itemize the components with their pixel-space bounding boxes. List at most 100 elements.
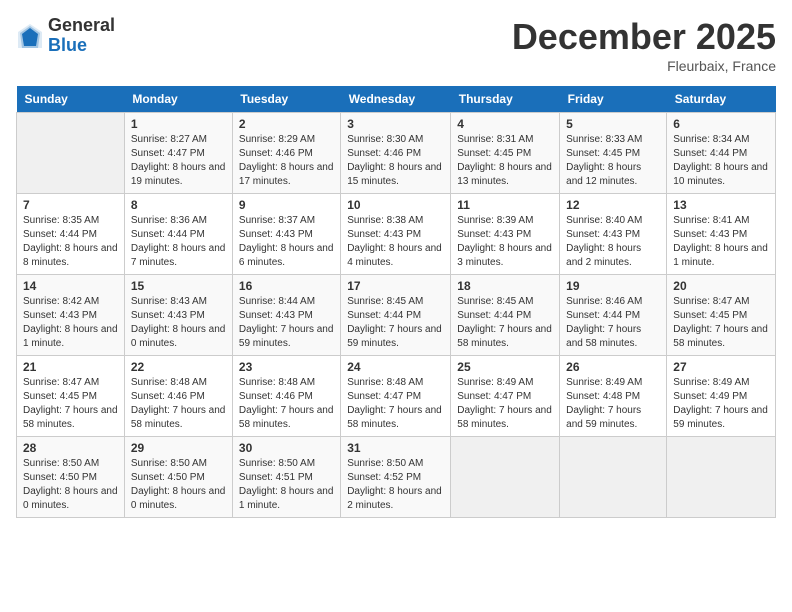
day-number: 27 bbox=[673, 360, 769, 374]
column-header-sunday: Sunday bbox=[17, 86, 125, 113]
day-number: 18 bbox=[457, 279, 553, 293]
day-info: Sunrise: 8:49 AMSunset: 4:49 PMDaylight:… bbox=[673, 376, 769, 432]
logo-general-text: General bbox=[48, 16, 115, 36]
calendar-cell: 20 Sunrise: 8:47 AMSunset: 4:45 PMDayligh… bbox=[667, 275, 776, 356]
day-number: 7 bbox=[23, 198, 118, 212]
calendar-cell bbox=[560, 437, 667, 518]
month-title: December 2025 bbox=[512, 16, 776, 58]
day-info: Sunrise: 8:48 AMSunset: 4:46 PMDaylight:… bbox=[131, 376, 226, 432]
calendar-cell: 14Sunrise: 8:42 AMSunset: 4:43 PMDayligh… bbox=[17, 275, 125, 356]
day-info: Sunrise: 8:30 AMSunset: 4:46 PMDaylight:… bbox=[347, 133, 444, 189]
calendar-header-row: SundayMondayTuesdayWednesdayThursdayFrid… bbox=[17, 86, 776, 113]
calendar-week-row: 1 Sunrise: 8:27 AMSunset: 4:47 PMDaylight… bbox=[17, 113, 776, 194]
calendar-cell: 15 Sunrise: 8:43 AMSunset: 4:43 PMDayligh… bbox=[124, 275, 232, 356]
day-info: Sunrise: 8:39 AMSunset: 4:43 PMDaylight:… bbox=[457, 214, 553, 270]
day-info: Sunrise: 8:48 AMSunset: 4:46 PMDaylight:… bbox=[239, 376, 334, 432]
day-info: Sunrise: 8:29 AMSunset: 4:46 PMDaylight:… bbox=[239, 133, 334, 189]
calendar-cell: 22 Sunrise: 8:48 AMSunset: 4:46 PMDayligh… bbox=[124, 356, 232, 437]
day-number: 22 bbox=[131, 360, 226, 374]
day-number: 3 bbox=[347, 117, 444, 131]
calendar-cell bbox=[17, 113, 125, 194]
day-number: 16 bbox=[239, 279, 334, 293]
column-header-wednesday: Wednesday bbox=[341, 86, 451, 113]
day-number: 6 bbox=[673, 117, 769, 131]
day-info: Sunrise: 8:41 AMSunset: 4:43 PMDaylight:… bbox=[673, 214, 769, 270]
day-info: Sunrise: 8:27 AMSunset: 4:47 PMDaylight:… bbox=[131, 133, 226, 189]
logo-text: General Blue bbox=[48, 16, 115, 56]
day-number: 4 bbox=[457, 117, 553, 131]
calendar-cell: 8Sunrise: 8:36 AMSunset: 4:44 PMDaylight… bbox=[124, 194, 232, 275]
day-info: Sunrise: 8:46 AMSunset: 4:44 PMDaylight:… bbox=[566, 295, 660, 351]
calendar-cell: 21 Sunrise: 8:47 AMSunset: 4:45 PMDayligh… bbox=[17, 356, 125, 437]
day-number: 21 bbox=[23, 360, 118, 374]
day-number: 15 bbox=[131, 279, 226, 293]
day-number: 20 bbox=[673, 279, 769, 293]
calendar-cell: 19 Sunrise: 8:46 AMSunset: 4:44 PMDayligh… bbox=[560, 275, 667, 356]
day-info: Sunrise: 8:33 AMSunset: 4:45 PMDaylight:… bbox=[566, 133, 660, 189]
day-number: 12 bbox=[566, 198, 660, 212]
calendar-cell: 31Sunrise: 8:50 AMSunset: 4:52 PMDayligh… bbox=[341, 437, 451, 518]
day-number: 28 bbox=[23, 441, 118, 455]
calendar-cell: 5 Sunrise: 8:33 AMSunset: 4:45 PMDaylight… bbox=[560, 113, 667, 194]
column-header-tuesday: Tuesday bbox=[232, 86, 340, 113]
day-number: 26 bbox=[566, 360, 660, 374]
day-info: Sunrise: 8:45 AMSunset: 4:44 PMDaylight:… bbox=[347, 295, 444, 351]
calendar-cell: 7 Sunrise: 8:35 AMSunset: 4:44 PMDaylight… bbox=[17, 194, 125, 275]
day-info: Sunrise: 8:35 AMSunset: 4:44 PMDaylight:… bbox=[23, 214, 118, 270]
day-info: Sunrise: 8:50 AMSunset: 4:50 PMDaylight:… bbox=[23, 457, 118, 513]
day-info: Sunrise: 8:47 AMSunset: 4:45 PMDaylight:… bbox=[23, 376, 118, 432]
calendar-cell: 2 Sunrise: 8:29 AMSunset: 4:46 PMDaylight… bbox=[232, 113, 340, 194]
day-info: Sunrise: 8:38 AMSunset: 4:43 PMDaylight:… bbox=[347, 214, 444, 270]
calendar-cell: 6Sunrise: 8:34 AMSunset: 4:44 PMDaylight… bbox=[667, 113, 776, 194]
day-number: 14 bbox=[23, 279, 118, 293]
day-info: Sunrise: 8:49 AMSunset: 4:47 PMDaylight:… bbox=[457, 376, 553, 432]
calendar-cell: 11Sunrise: 8:39 AMSunset: 4:43 PMDayligh… bbox=[451, 194, 560, 275]
calendar-cell: 23 Sunrise: 8:48 AMSunset: 4:46 PMDayligh… bbox=[232, 356, 340, 437]
day-info: Sunrise: 8:44 AMSunset: 4:43 PMDaylight:… bbox=[239, 295, 334, 351]
calendar-cell: 30 Sunrise: 8:50 AMSunset: 4:51 PMDayligh… bbox=[232, 437, 340, 518]
day-number: 30 bbox=[239, 441, 334, 455]
day-number: 9 bbox=[239, 198, 334, 212]
day-number: 23 bbox=[239, 360, 334, 374]
calendar-cell bbox=[451, 437, 560, 518]
column-header-saturday: Saturday bbox=[667, 86, 776, 113]
day-number: 1 bbox=[131, 117, 226, 131]
page-header: General Blue December 2025 Fleurbaix, Fr… bbox=[16, 16, 776, 74]
logo-icon bbox=[16, 22, 44, 50]
calendar-cell: 28 Sunrise: 8:50 AMSunset: 4:50 PMDayligh… bbox=[17, 437, 125, 518]
column-header-friday: Friday bbox=[560, 86, 667, 113]
location: Fleurbaix, France bbox=[512, 58, 776, 74]
day-info: Sunrise: 8:47 AMSunset: 4:45 PMDaylight:… bbox=[673, 295, 769, 351]
calendar-cell: 13Sunrise: 8:41 AMSunset: 4:43 PMDayligh… bbox=[667, 194, 776, 275]
day-info: Sunrise: 8:50 AMSunset: 4:51 PMDaylight:… bbox=[239, 457, 334, 513]
calendar-week-row: 14Sunrise: 8:42 AMSunset: 4:43 PMDayligh… bbox=[17, 275, 776, 356]
day-number: 24 bbox=[347, 360, 444, 374]
day-info: Sunrise: 8:43 AMSunset: 4:43 PMDaylight:… bbox=[131, 295, 226, 351]
calendar-cell: 27 Sunrise: 8:49 AMSunset: 4:49 PMDayligh… bbox=[667, 356, 776, 437]
logo-blue-text: Blue bbox=[48, 36, 115, 56]
calendar-cell: 26 Sunrise: 8:49 AMSunset: 4:48 PMDayligh… bbox=[560, 356, 667, 437]
day-number: 2 bbox=[239, 117, 334, 131]
calendar-cell: 9Sunrise: 8:37 AMSunset: 4:43 PMDaylight… bbox=[232, 194, 340, 275]
calendar-cell: 25 Sunrise: 8:49 AMSunset: 4:47 PMDayligh… bbox=[451, 356, 560, 437]
calendar-cell: 12 Sunrise: 8:40 AMSunset: 4:43 PMDayligh… bbox=[560, 194, 667, 275]
calendar-table: SundayMondayTuesdayWednesdayThursdayFrid… bbox=[16, 86, 776, 518]
day-info: Sunrise: 8:49 AMSunset: 4:48 PMDaylight:… bbox=[566, 376, 660, 432]
day-number: 19 bbox=[566, 279, 660, 293]
day-number: 31 bbox=[347, 441, 444, 455]
day-info: Sunrise: 8:31 AMSunset: 4:45 PMDaylight:… bbox=[457, 133, 553, 189]
day-number: 17 bbox=[347, 279, 444, 293]
day-number: 25 bbox=[457, 360, 553, 374]
day-info: Sunrise: 8:50 AMSunset: 4:50 PMDaylight:… bbox=[131, 457, 226, 513]
calendar-week-row: 7 Sunrise: 8:35 AMSunset: 4:44 PMDaylight… bbox=[17, 194, 776, 275]
calendar-cell: 4 Sunrise: 8:31 AMSunset: 4:45 PMDaylight… bbox=[451, 113, 560, 194]
day-number: 5 bbox=[566, 117, 660, 131]
column-header-thursday: Thursday bbox=[451, 86, 560, 113]
calendar-cell: 29Sunrise: 8:50 AMSunset: 4:50 PMDayligh… bbox=[124, 437, 232, 518]
day-number: 10 bbox=[347, 198, 444, 212]
calendar-cell: 16 Sunrise: 8:44 AMSunset: 4:43 PMDayligh… bbox=[232, 275, 340, 356]
logo: General Blue bbox=[16, 16, 115, 56]
day-info: Sunrise: 8:36 AMSunset: 4:44 PMDaylight:… bbox=[131, 214, 226, 270]
calendar-cell: 17 Sunrise: 8:45 AMSunset: 4:44 PMDayligh… bbox=[341, 275, 451, 356]
day-info: Sunrise: 8:40 AMSunset: 4:43 PMDaylight:… bbox=[566, 214, 660, 270]
